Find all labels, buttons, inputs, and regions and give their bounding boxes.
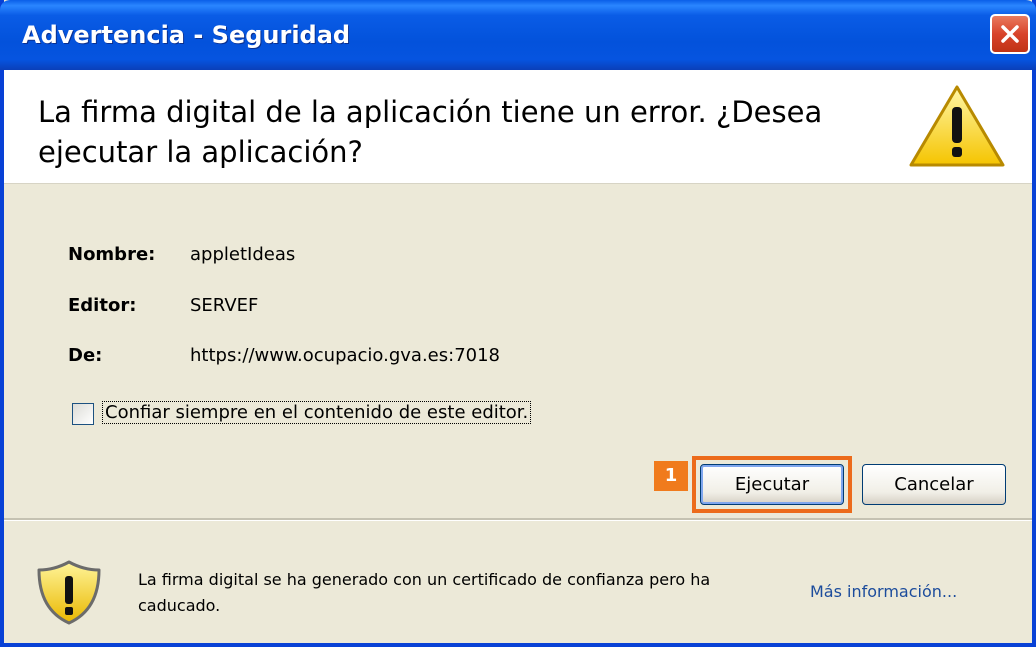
editor-value: SERVEF [190,295,259,316]
footer-message: La firma digital se ha generado con un c… [138,570,711,615]
dialog-header: La firma digital de la aplicación tiene … [4,70,1032,184]
security-warning-dialog: Advertencia - Seguridad La firma digital… [0,0,1036,647]
step-badge: 1 [654,461,688,491]
trust-editor-label[interactable]: Confiar siempre en el contenido de este … [102,401,532,424]
dialog-details: Nombre: appletIdeas Editor: SERVEF De: h… [4,184,1032,518]
from-value: https://www.ocupacio.gva.es:7018 [190,345,500,366]
warning-shield-icon [37,560,101,625]
name-label: Nombre: [68,244,156,265]
close-button[interactable] [990,14,1030,54]
close-icon [1001,25,1019,43]
name-value: appletIdeas [190,244,296,265]
window-title: Advertencia - Seguridad [22,21,351,49]
dialog-footer: La firma digital se ha generado con un c… [4,521,1032,643]
from-label: De: [68,345,103,366]
trust-editor-checkbox[interactable] [72,403,94,425]
cancel-button[interactable]: Cancelar [862,464,1006,505]
dialog-question: La firma digital de la aplicación tiene … [38,95,823,169]
more-info-link[interactable]: Más información... [810,582,957,601]
editor-label: Editor: [68,295,137,316]
title-bar[interactable]: Advertencia - Seguridad [0,0,1036,70]
warning-triangle-icon [909,85,1005,167]
run-button[interactable]: Ejecutar [700,464,844,505]
